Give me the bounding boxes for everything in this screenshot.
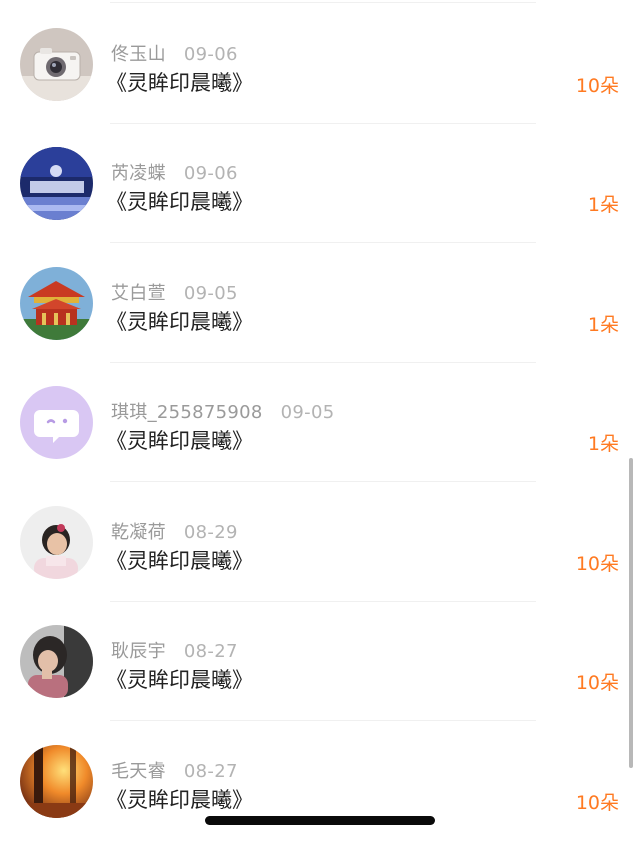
sender-line: 乾凝荷 08-29 [111,518,238,544]
camera-photo-icon [20,28,93,101]
send-date: 09-06 [183,44,238,65]
sender-line: 佟玉山 09-06 [111,40,238,66]
home-indicator[interactable] [205,816,435,825]
sender-name: 耿辰宇 [111,641,166,662]
send-date: 09-06 [183,163,238,184]
flower-count: 10朵 [575,792,619,814]
list-item[interactable]: 耿辰宇 08-27 《灵眸印晨曦》 10朵 [0,601,640,721]
work-title: 《灵眸印晨曦》 [106,71,253,95]
avatar[interactable] [20,28,93,101]
flower-count: 1朵 [587,433,619,455]
work-title: 《灵眸印晨曦》 [106,549,253,573]
work-title: 《灵眸印晨曦》 [106,668,253,692]
sender-line: 艾白萱 09-05 [111,279,238,305]
sender-name: 乾凝荷 [111,522,166,543]
flower-count: 10朵 [575,75,619,97]
blue-glass-photo-icon [20,147,93,220]
avatar[interactable] [20,386,93,459]
avatar[interactable] [20,267,93,340]
sender-line: 芮凌蝶 09-06 [111,159,238,185]
list-item[interactable]: 乾凝荷 08-29 《灵眸印晨曦》 10朵 [0,482,640,602]
list-item[interactable]: 芮凌蝶 09-06 《灵眸印晨曦》 1朵 [0,123,640,243]
avatar[interactable] [20,745,93,818]
divider [110,2,536,3]
sender-name: 艾白萱 [111,283,166,304]
portrait-photo-icon [20,625,93,698]
pavilion-photo-icon [20,267,93,340]
send-date: 09-05 [183,283,238,304]
chat-bubble-icon [20,386,93,459]
sender-line: 琪琪_255875908 09-05 [111,398,334,424]
scrollbar[interactable] [629,458,633,768]
work-title: 《灵眸印晨曦》 [106,310,253,334]
child-photo-icon [20,506,93,579]
work-title: 《灵眸印晨曦》 [106,788,253,812]
flower-count: 10朵 [575,672,619,694]
list-item[interactable]: 佟玉山 09-06 《灵眸印晨曦》 10朵 [0,4,640,124]
list-item[interactable]: 艾白萱 09-05 《灵眸印晨曦》 1朵 [0,243,640,363]
list-item[interactable]: 琪琪_255875908 09-05 《灵眸印晨曦》 1朵 [0,362,640,482]
work-title: 《灵眸印晨曦》 [106,190,253,214]
gift-record-list: 佟玉山 09-06 《灵眸印晨曦》 10朵 芮凌蝶 09-06 《灵眸印晨曦》 1朵 [0,0,640,839]
work-title: 《灵眸印晨曦》 [106,429,253,453]
sender-line: 耿辰宇 08-27 [111,637,238,663]
send-date: 09-05 [280,402,335,423]
avatar[interactable] [20,506,93,579]
avatar[interactable] [20,625,93,698]
sender-name: 佟玉山 [111,44,166,65]
sender-line: 毛天睿 08-27 [111,757,238,783]
flower-count: 1朵 [587,314,619,336]
flower-count: 10朵 [575,553,619,575]
flower-count: 1朵 [587,194,619,216]
sender-name: 芮凌蝶 [111,163,166,184]
send-date: 08-27 [183,761,238,782]
sender-name: 毛天睿 [111,761,166,782]
avatar[interactable] [20,147,93,220]
sender-name: 琪琪_255875908 [111,402,263,423]
send-date: 08-27 [183,641,238,662]
send-date: 08-29 [183,522,238,543]
sunset-forest-photo-icon [20,745,93,818]
